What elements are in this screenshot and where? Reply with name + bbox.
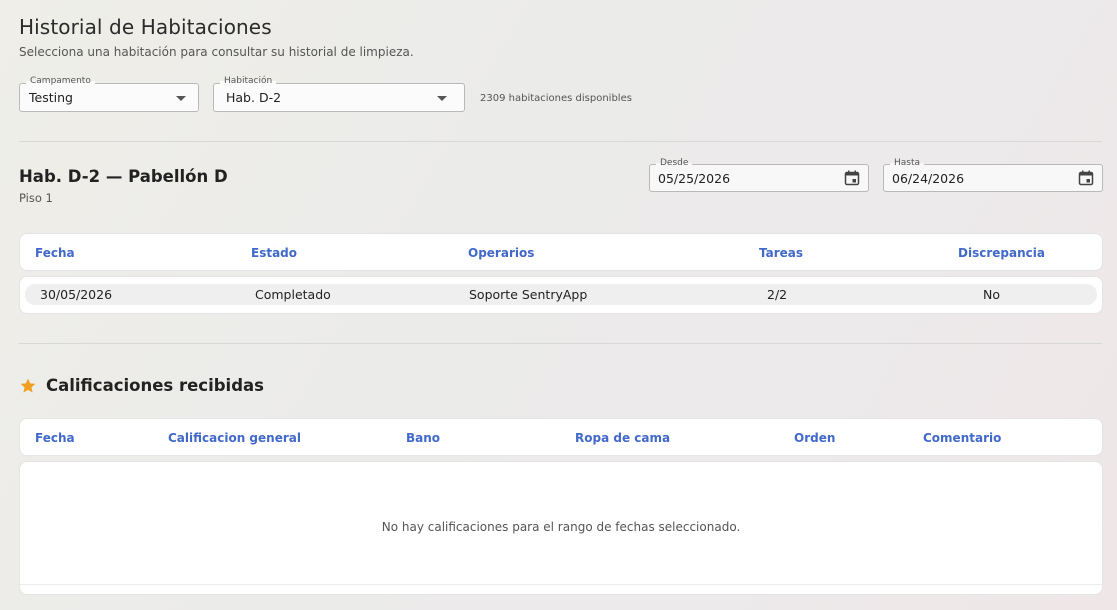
history-table-body: 30/05/2026 Completado Soporte SentryApp … [19,276,1103,314]
ratings-section-title: Calificaciones recibidas [46,376,264,395]
habitacion-select[interactable]: Habitación Hab. D-2 [213,76,465,112]
hasta-date-field[interactable]: Hasta 06/24/2026 [883,158,1103,192]
column-header-calificacion-general[interactable]: Calificacion general [168,431,301,445]
column-header-fecha[interactable]: Fecha [35,431,75,445]
chevron-down-icon [437,96,447,101]
column-header-operarios[interactable]: Operarios [468,246,534,260]
cell-discrepancia: No [983,287,1000,302]
cell-operarios: Soporte SentryApp [469,287,588,302]
habitacion-label: Habitación [220,76,277,86]
history-table-header: Fecha Estado Operarios Tareas Discrepanc… [19,233,1103,271]
desde-value: 05/25/2026 [658,171,731,186]
ratings-table-header: Fecha Calificacion general Bano Ropa de … [19,418,1103,456]
table-footer-divider [20,584,1102,585]
desde-date-field[interactable]: Desde 05/25/2026 [649,158,869,192]
star-icon [20,378,36,393]
page-title: Historial de Habitaciones [19,15,272,39]
campamento-value: Testing [29,90,73,105]
cell-fecha: 30/05/2026 [40,287,113,302]
campamento-select[interactable]: Campamento Testing [19,76,199,112]
column-header-tareas[interactable]: Tareas [759,246,803,260]
divider [19,141,1102,142]
hasta-value: 06/24/2026 [892,171,965,186]
column-header-orden[interactable]: Orden [794,431,835,445]
calendar-icon[interactable] [1078,170,1094,186]
cell-estado: Completado [255,287,331,302]
column-header-ropa-de-cama[interactable]: Ropa de cama [575,431,670,445]
room-title: Hab. D-2 — Pabellón D [19,167,228,186]
campamento-label: Campamento [26,76,95,86]
desde-label: Desde [656,158,693,168]
column-header-estado[interactable]: Estado [251,246,297,260]
calendar-icon[interactable] [844,170,860,186]
column-header-fecha[interactable]: Fecha [35,246,75,260]
chevron-down-icon [176,96,186,101]
cell-tareas: 2/2 [767,287,788,302]
column-header-comentario[interactable]: Comentario [923,431,1001,445]
room-floor: Piso 1 [19,191,53,205]
page-subtitle: Selecciona una habitación para consultar… [19,45,414,59]
column-header-bano[interactable]: Bano [406,431,440,445]
hasta-label: Hasta [890,158,925,168]
ratings-table-body: No hay calificaciones para el rango de f… [19,461,1103,595]
column-header-discrepancia[interactable]: Discrepancia [958,246,1045,260]
available-rooms-count: 2309 habitaciones disponibles [480,93,632,104]
divider [19,343,1102,344]
habitacion-value: Hab. D-2 [226,90,282,105]
empty-state-message: No hay calificaciones para el rango de f… [381,520,741,534]
